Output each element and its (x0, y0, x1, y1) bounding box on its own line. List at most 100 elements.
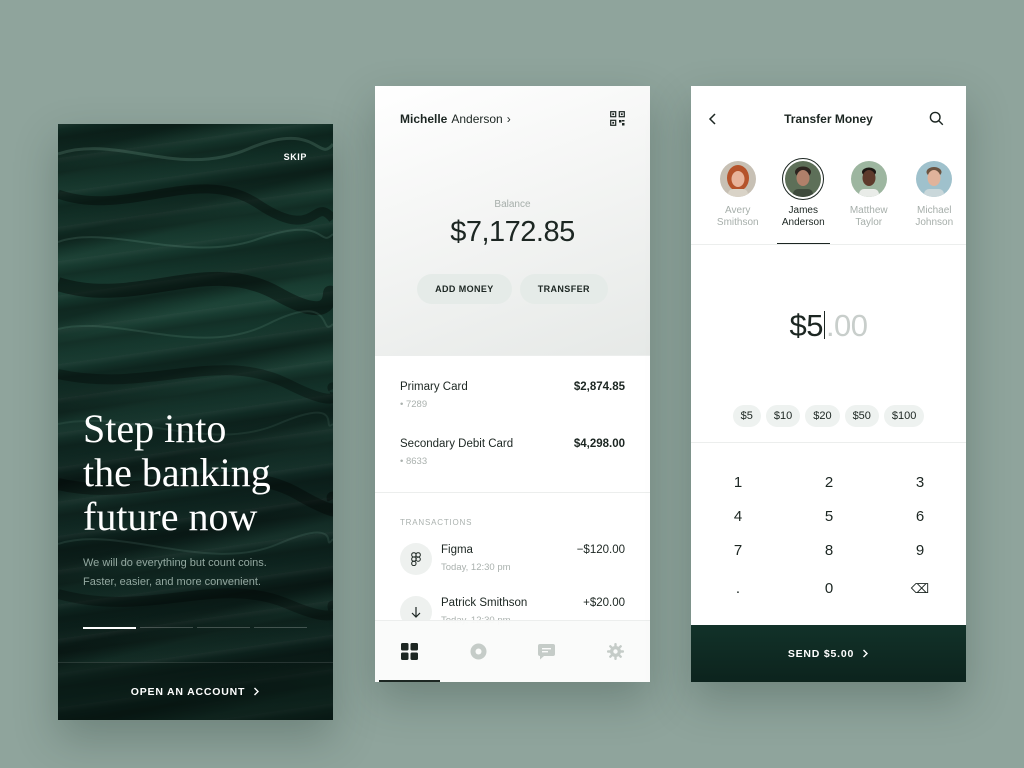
home-screen: Michelle Anderson › Balance $7,172.85 AD… (375, 86, 650, 682)
key-decimal[interactable]: . (708, 575, 768, 603)
transaction-title: Figma (441, 544, 473, 556)
card-name: Secondary Debit Card (400, 438, 514, 450)
progress-step-1[interactable] (83, 627, 136, 629)
chevron-right-icon: › (506, 112, 511, 126)
key-1[interactable]: 1 (708, 469, 768, 497)
tab-cards[interactable] (444, 621, 513, 682)
contact-last-name: Smithson (716, 217, 759, 228)
avatar-photo (916, 161, 953, 197)
divider (375, 492, 650, 493)
progress-step-3[interactable] (197, 627, 250, 628)
backspace-icon[interactable]: ⌫ (890, 575, 950, 603)
card-amount: $4,298.00 (573, 438, 625, 450)
key-7[interactable]: 7 (708, 537, 768, 565)
tab-settings[interactable] (581, 621, 650, 682)
text-cursor (823, 311, 825, 339)
chat-icon (538, 643, 556, 659)
key-2[interactable]: 2 (799, 469, 859, 497)
transfer-amount-display[interactable]: $5.00 (691, 308, 966, 344)
key-3[interactable]: 3 (890, 469, 950, 497)
user-first-name: Michelle (400, 112, 448, 126)
transaction-title: Patrick Smithson (441, 597, 528, 609)
contact-first-name: Matthew (849, 205, 888, 216)
tab-messages[interactable] (513, 621, 582, 682)
selected-ring (782, 158, 825, 200)
key-0[interactable]: 0 (799, 575, 859, 603)
contact-avery[interactable]: Avery Smithson (705, 159, 771, 245)
transaction-item[interactable]: Figma Today, 12:30 pm −$120.00 (400, 543, 625, 577)
quick-amount-10[interactable]: $10 (765, 405, 801, 427)
bottom-tab-bar (375, 620, 650, 682)
arrow-down-icon (411, 607, 421, 618)
amount-cents: .00 (825, 308, 868, 343)
avatar (719, 161, 756, 197)
transfer-button[interactable]: TRANSFER (519, 274, 608, 304)
card-number: • 7289 (400, 399, 428, 410)
balance-value: $7,172.85 (450, 216, 575, 248)
open-account-button[interactable]: OPEN AN ACCOUNT (58, 662, 333, 720)
divider (691, 442, 966, 443)
card-item-secondary[interactable]: Secondary Debit Card • 8633 $4,298.00 (400, 438, 625, 468)
transaction-icon-wrap (400, 543, 432, 575)
transaction-time: Today, 12:30 pm (441, 562, 511, 573)
avatar-photo (850, 161, 887, 197)
key-4[interactable]: 4 (708, 503, 768, 531)
contact-first-name: Michael (917, 205, 952, 216)
card-number: • 8633 (400, 456, 428, 467)
subtitle-line: We will do everything but count coins. (83, 557, 267, 569)
chevron-right-icon (863, 649, 869, 658)
account-switcher[interactable]: Michelle Anderson › (400, 112, 511, 126)
dashboard-icon (400, 643, 418, 660)
contact-first-name: James (788, 205, 818, 216)
contact-first-name: Avery (725, 205, 751, 216)
quick-amount-100[interactable]: $100 (883, 405, 925, 427)
avatar-photo (719, 161, 756, 197)
onboarding-subtitle: We will do everything but count coins. F… (83, 554, 313, 592)
search-icon[interactable] (929, 111, 944, 126)
send-button[interactable]: SEND $5.00 (691, 625, 966, 682)
balance-actions: ADD MONEY TRANSFER (375, 274, 650, 304)
card-amount: $2,874.85 (573, 381, 625, 393)
contact-list: Avery Smithson James Anderson Matthew Ta… (705, 158, 967, 245)
contact-last-name: Johnson (915, 217, 954, 228)
headline-line: Step into (83, 406, 227, 451)
chevron-right-icon (254, 687, 260, 696)
quick-amount-5[interactable]: $5 (732, 405, 761, 427)
transaction-amount: +$20.00 (583, 597, 625, 609)
quick-amount-20[interactable]: $20 (805, 405, 840, 427)
headline-line: the banking (83, 450, 271, 495)
quick-amount-50[interactable]: $50 (844, 405, 879, 427)
contact-james[interactable]: James Anderson (771, 158, 837, 245)
add-money-button[interactable]: ADD MONEY (417, 274, 512, 304)
avatar (785, 161, 822, 197)
contact-michael[interactable]: Michael Johnson (902, 159, 967, 245)
onboarding-screen: SKIP Step into the banking future now We… (58, 124, 333, 720)
qr-code-icon[interactable] (610, 111, 625, 126)
transactions-title: TRANSACTIONS (400, 518, 473, 527)
key-5[interactable]: 5 (799, 503, 859, 531)
tab-dashboard[interactable] (375, 621, 444, 682)
contact-last-name: Taylor (855, 217, 883, 228)
onboarding-headline: Step into the banking future now (83, 407, 323, 539)
page-title: Transfer Money (784, 112, 873, 126)
onboarding-progress (83, 627, 307, 629)
divider (691, 244, 966, 245)
key-9[interactable]: 9 (890, 537, 950, 565)
transfer-screen: Transfer Money Avery Smithson James Ande… (691, 86, 966, 682)
key-8[interactable]: 8 (799, 537, 859, 565)
avatar (916, 161, 953, 197)
quick-amounts: $5 $10 $20 $50 $100 (691, 405, 966, 427)
contact-matthew[interactable]: Matthew Taylor (836, 159, 902, 245)
key-6[interactable]: 6 (890, 503, 950, 531)
subtitle-line: Faster, easier, and more convenient. (83, 576, 261, 588)
open-account-label: OPEN AN ACCOUNT (130, 685, 246, 698)
amount-whole: $5 (789, 308, 823, 343)
balance-label: Balance (494, 199, 531, 210)
progress-step-4[interactable] (254, 627, 307, 628)
skip-button[interactable]: SKIP (284, 152, 307, 162)
divider (375, 355, 650, 356)
progress-step-2[interactable] (140, 627, 193, 628)
avatar-photo (785, 161, 822, 197)
card-item-primary[interactable]: Primary Card • 7289 $2,874.85 (400, 381, 625, 411)
figma-icon (411, 552, 421, 566)
